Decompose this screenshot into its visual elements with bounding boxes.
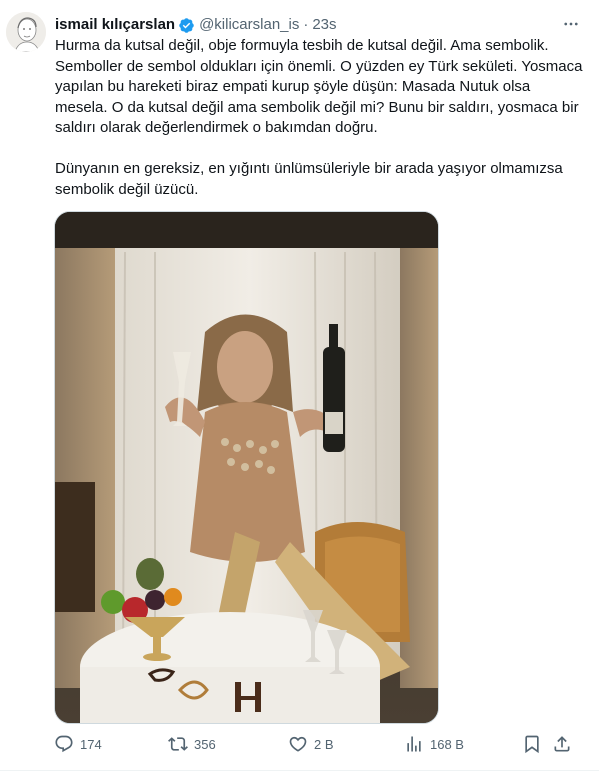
- separator-dot: ·: [303, 16, 309, 33]
- repost-icon: [168, 734, 188, 754]
- bookmark-button[interactable]: [522, 730, 548, 758]
- share-icon: [552, 734, 572, 754]
- tweet-paragraph-2: Dünyanın en gereksiz, en yığıntı ünlümsü…: [55, 159, 563, 198]
- like-icon: [288, 734, 308, 754]
- views-count: 168 B: [430, 736, 464, 752]
- repost-button[interactable]: 356: [168, 730, 216, 758]
- tweet: ismail kılıçarslan @kilicarslan_is · 23s…: [0, 0, 599, 771]
- author-name[interactable]: ismail kılıçarslan: [55, 15, 175, 35]
- like-count: 2 B: [314, 736, 334, 752]
- verified-badge-icon: [178, 17, 195, 34]
- views-button[interactable]: 168 B: [404, 730, 464, 758]
- bookmark-icon: [522, 734, 542, 754]
- timestamp[interactable]: 23s: [312, 15, 336, 35]
- repost-count: 356: [194, 736, 216, 752]
- reply-icon: [54, 734, 74, 754]
- action-bar: 174 356 2 B 168 B: [54, 730, 574, 758]
- reply-button[interactable]: 174: [54, 730, 102, 758]
- share-button[interactable]: [552, 730, 578, 758]
- tweet-media-image[interactable]: [54, 211, 439, 724]
- more-icon[interactable]: [561, 16, 581, 32]
- tweet-text: Hurma da kutsal değil, obje formuyla tes…: [55, 36, 585, 200]
- reply-count: 174: [80, 736, 102, 752]
- tweet-paragraph-1: Hurma da kutsal değil, obje formuyla tes…: [55, 37, 583, 137]
- avatar[interactable]: [6, 12, 46, 52]
- author-handle[interactable]: @kilicarslan_is: [199, 15, 299, 35]
- tweet-header: ismail kılıçarslan @kilicarslan_is · 23s: [55, 14, 559, 36]
- like-button[interactable]: 2 B: [288, 730, 334, 758]
- views-icon: [404, 734, 424, 754]
